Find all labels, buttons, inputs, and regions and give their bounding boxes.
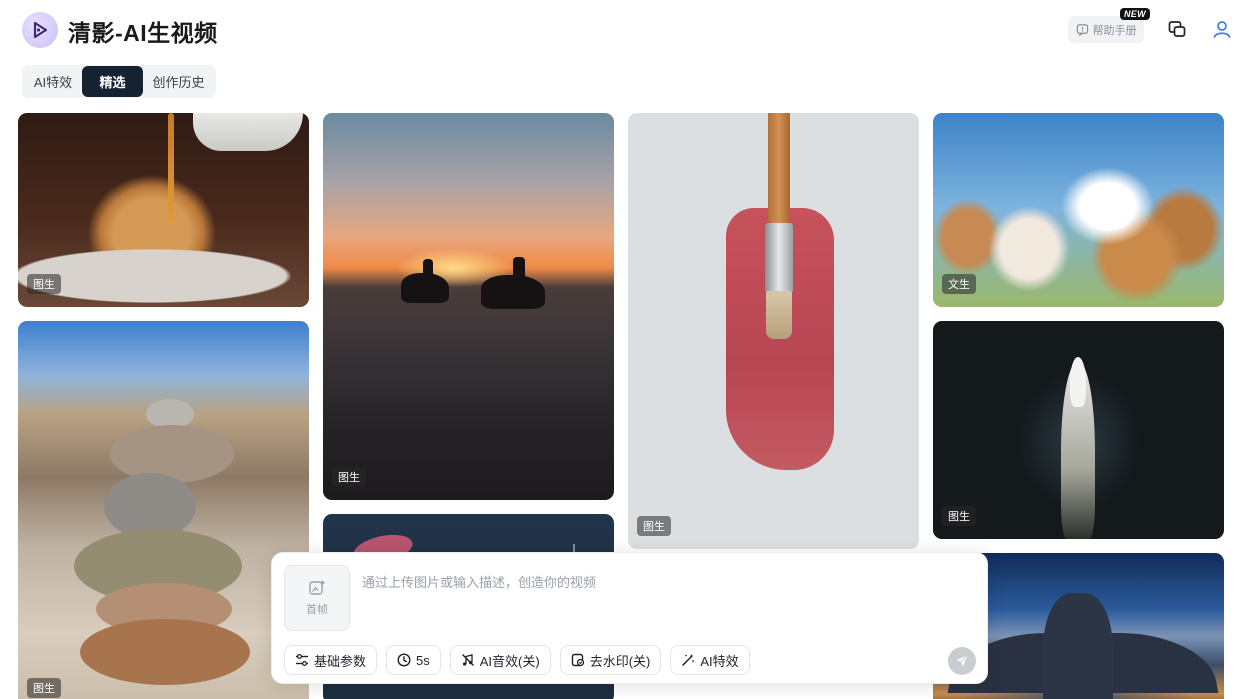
app-logo[interactable] (22, 12, 58, 48)
magic-wand-icon (682, 654, 695, 666)
gallery-card-pancakes[interactable]: 图生 (18, 113, 309, 307)
category-tabs: AI特效 精选 创作历史 (22, 65, 216, 98)
user-menu-button[interactable] (1210, 17, 1234, 41)
gallery-card-boat[interactable]: 图生 (933, 321, 1224, 539)
ai-sound-toggle[interactable]: AI音效(关) (449, 645, 551, 675)
gallery-card-horse-riders[interactable]: 图生 (323, 113, 614, 500)
card-tag: 图生 (942, 506, 976, 526)
prompt-input[interactable] (362, 575, 942, 590)
basic-params-button[interactable]: 基础参数 (284, 645, 378, 675)
gallery-card-stone-stack[interactable]: 图生 (18, 321, 309, 699)
first-frame-label: 首帧 (306, 604, 328, 616)
card-tag: 图生 (27, 274, 61, 294)
tab-creation-history[interactable]: 创作历史 (143, 66, 214, 97)
user-icon (1213, 21, 1231, 38)
ai-effects-button[interactable]: AI特效 (670, 645, 750, 675)
composer-toolbar: 基础参数 5s AI音效(关) 去水印(关) AI特效 (284, 645, 750, 675)
window-switch-icon (1168, 21, 1186, 37)
help-manual-button[interactable]: 帮助手册 (1068, 16, 1144, 43)
remove-watermark-toggle[interactable]: 去水印(关) (559, 645, 662, 675)
watermark-icon (571, 653, 584, 667)
help-manual-icon (1076, 24, 1088, 36)
ai-sound-label: AI音效(关) (479, 653, 540, 669)
tab-ai-effects[interactable]: AI特效 (24, 66, 82, 97)
send-button[interactable] (948, 647, 976, 675)
play-logo-icon (33, 21, 48, 39)
gallery-card-puppies[interactable]: 文生 (933, 113, 1224, 307)
prompt-composer: 首帧 基础参数 5s AI音 (271, 552, 988, 684)
new-badge: NEW (1120, 8, 1150, 20)
card-tag: 文生 (942, 274, 976, 294)
duration-button[interactable]: 5s (386, 645, 441, 675)
card-tag: 图生 (27, 678, 61, 698)
send-icon (956, 655, 968, 667)
image-upload-icon (309, 580, 325, 595)
music-off-icon (461, 654, 474, 666)
window-switch-button[interactable] (1165, 17, 1189, 41)
basic-params-label: 基础参数 (314, 653, 367, 669)
gallery-card-paint-brush[interactable]: 图生 (628, 113, 919, 549)
sliders-icon (296, 653, 308, 667)
card-tag: 图生 (637, 516, 671, 536)
first-frame-upload[interactable]: 首帧 (284, 565, 350, 631)
remove-watermark-label: 去水印(关) (589, 653, 651, 669)
duration-label: 5s (416, 652, 430, 668)
card-tag: 图生 (332, 467, 366, 487)
tab-featured[interactable]: 精选 (82, 66, 143, 97)
ai-effects-label: AI特效 (700, 653, 739, 669)
clock-icon (397, 653, 411, 667)
app-title: 清影-AI生视频 (68, 20, 218, 46)
help-manual-label: 帮助手册 (1092, 24, 1137, 37)
